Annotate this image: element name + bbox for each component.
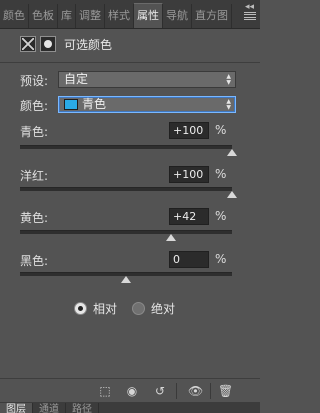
properties-header: 可选颜色	[0, 29, 260, 59]
panel-footer: ⬚ ◉ ↺ 👁 🗑	[0, 378, 260, 403]
view-previous-state-icon[interactable]: ◉	[125, 384, 139, 398]
trash-icon[interactable]: 🗑	[218, 384, 233, 398]
bottom-tab-bar: 图层 通道 路径	[0, 402, 260, 413]
black-slider-thumb[interactable]	[121, 276, 131, 283]
method-radio-group: 相对 绝对	[0, 300, 260, 316]
radio-absolute-dot[interactable]	[132, 302, 145, 315]
panel-menu-icon[interactable]	[244, 11, 256, 21]
reset-icon[interactable]: ↺	[153, 384, 167, 398]
cyan-slider-thumb[interactable]	[227, 149, 237, 156]
yellow-slider-thumb[interactable]	[165, 234, 176, 241]
collapse-icon[interactable]: ◂◂	[245, 2, 254, 12]
yellow-unit: %	[215, 209, 227, 223]
radio-relative-dot[interactable]	[74, 302, 87, 315]
visibility-eye-icon[interactable]: 👁	[188, 384, 203, 398]
tab-layers[interactable]: 图层	[0, 403, 33, 413]
slider-label-magenta: 洋红:	[20, 169, 49, 183]
tab-navigator[interactable]: 导航	[163, 4, 192, 28]
magenta-value-input[interactable]: +100	[169, 166, 209, 183]
slider-label-yellow: 黄色:	[20, 211, 49, 225]
tab-swatches[interactable]: 色板	[29, 4, 58, 28]
clip-to-layer-icon[interactable]: ⬚	[98, 384, 112, 398]
black-unit: %	[215, 252, 227, 266]
color-label: 颜色:	[20, 99, 49, 113]
tab-paths[interactable]: 路径	[66, 403, 99, 413]
magenta-unit: %	[215, 167, 227, 181]
mask-icon[interactable]	[40, 36, 56, 52]
radio-relative[interactable]: 相对	[74, 300, 117, 317]
tab-libraries[interactable]: 库	[58, 4, 76, 28]
radio-absolute[interactable]: 绝对	[132, 300, 175, 317]
slider-label-cyan: 青色:	[20, 125, 49, 139]
magenta-slider-thumb[interactable]	[227, 191, 237, 198]
black-value-input[interactable]: 0	[169, 251, 209, 268]
tab-adjustments[interactable]: 调整	[76, 4, 105, 28]
color-value: 青色	[82, 97, 107, 111]
cyan-slider-track[interactable]	[20, 145, 232, 149]
radio-relative-label: 相对	[93, 302, 118, 316]
color-swatch	[64, 99, 78, 110]
color-select[interactable]: 青色 ▲ ▼	[58, 96, 236, 113]
cyan-unit: %	[215, 123, 227, 137]
preset-value: 自定	[64, 72, 89, 86]
updown-arrows-icon: ▲ ▼	[226, 72, 231, 86]
tab-histogram[interactable]: 直方图	[192, 4, 232, 28]
adjustment-layer-icon[interactable]	[20, 36, 36, 52]
preset-select[interactable]: 自定 ▲ ▼	[58, 71, 236, 88]
preset-label: 预设:	[20, 74, 49, 88]
divider	[0, 62, 260, 63]
panel-tab-bar: 颜色 色板 库 调整 样式 属性 导航 直方图 ◂◂	[0, 0, 260, 29]
radio-absolute-label: 绝对	[151, 302, 176, 316]
magenta-slider-track[interactable]	[20, 187, 232, 191]
yellow-value-input[interactable]: +42	[169, 208, 209, 225]
tab-properties[interactable]: 属性	[134, 3, 163, 28]
panel-title: 可选颜色	[64, 37, 113, 52]
updown-arrows-icon: ▲ ▼	[226, 97, 231, 111]
yellow-slider-track[interactable]	[20, 230, 232, 234]
slider-label-black: 黑色:	[20, 254, 49, 268]
tab-channels[interactable]: 通道	[33, 403, 66, 413]
tab-color[interactable]: 颜色	[0, 4, 29, 28]
tab-styles[interactable]: 样式	[105, 4, 134, 28]
footer-separator	[210, 383, 211, 399]
cyan-value-input[interactable]: +100	[169, 122, 209, 139]
footer-separator	[176, 383, 177, 399]
